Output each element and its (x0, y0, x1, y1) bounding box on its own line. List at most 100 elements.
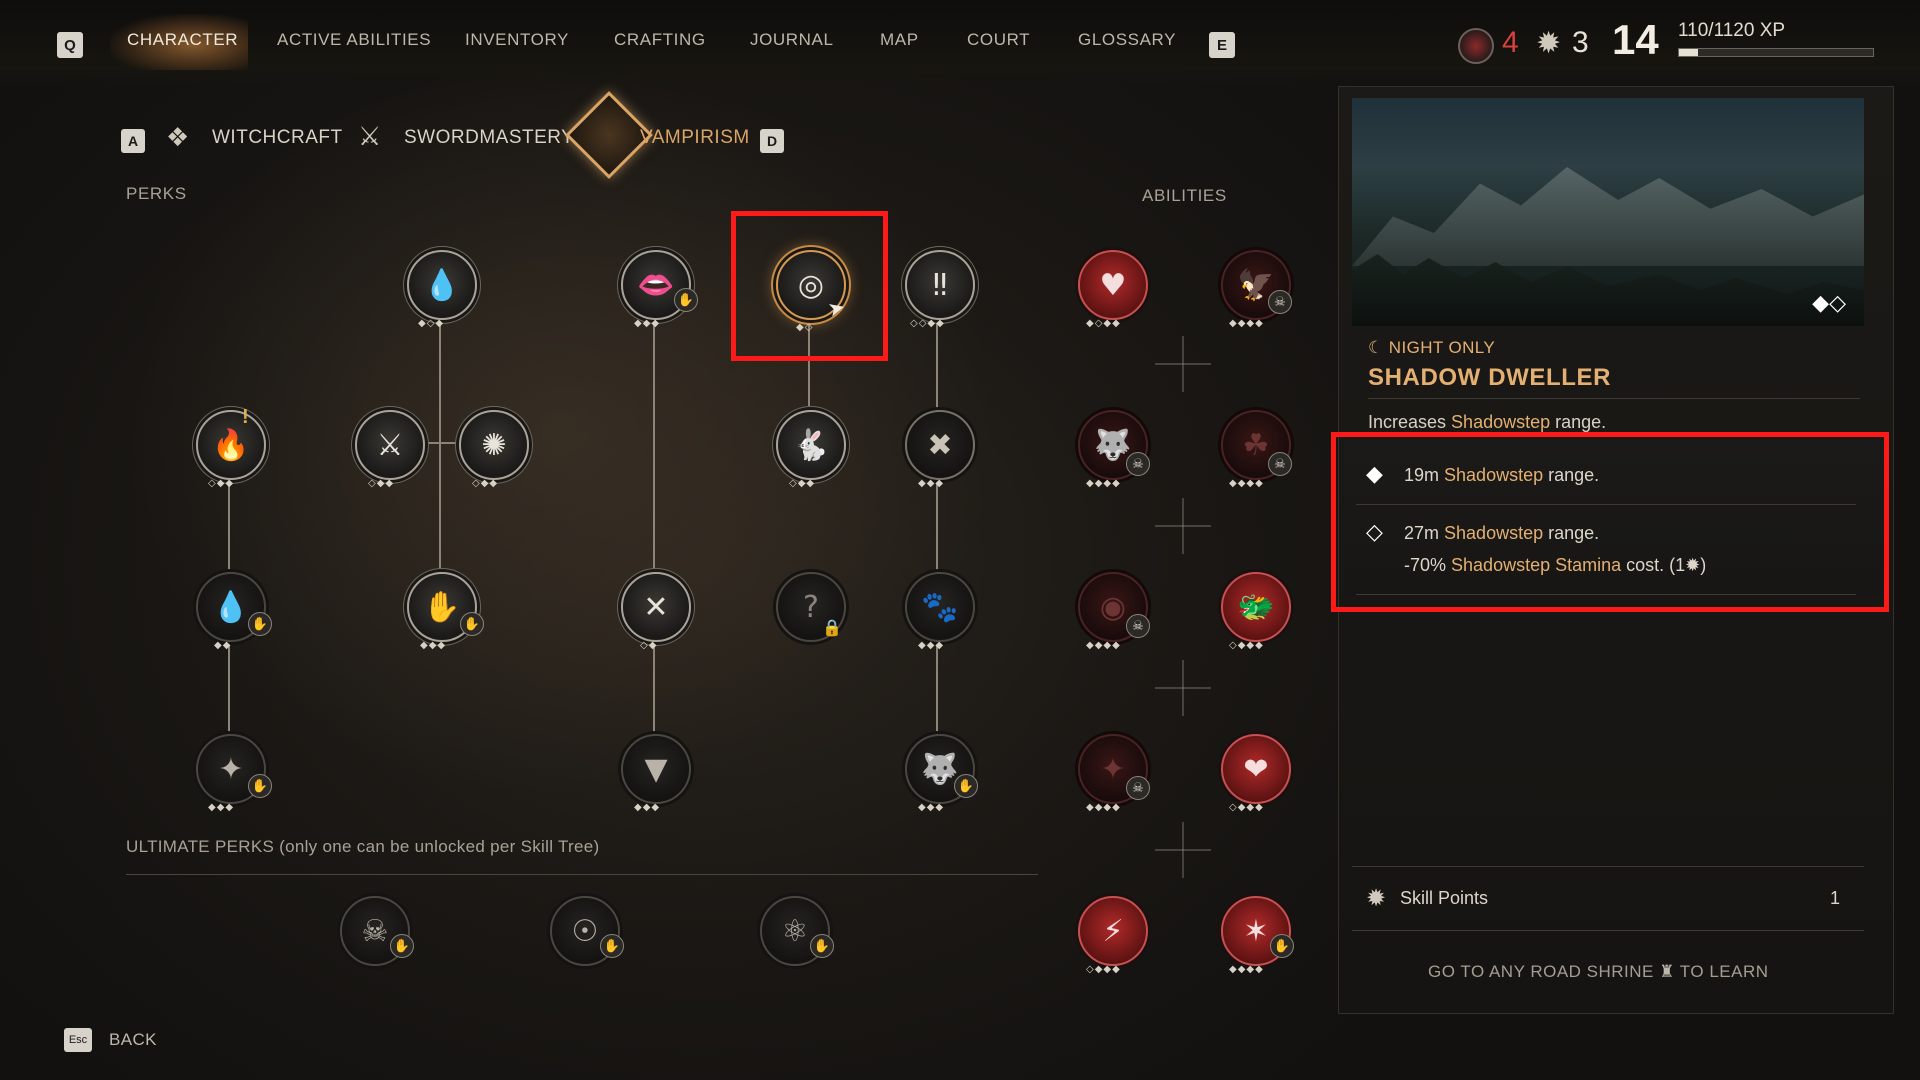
paw-badge-icon: ✋ (390, 934, 414, 958)
skill-point-counter: 3 (1572, 26, 1589, 59)
rank-pips: ◇◆◆ (472, 478, 499, 489)
xp-bar-fill (1679, 49, 1698, 56)
skull-badge-icon: ☠ (1268, 452, 1292, 476)
tab-glossary[interactable]: GLOSSARY (1078, 30, 1176, 50)
blood-counter: 4 (1502, 26, 1519, 59)
paw-badge-icon: ✋ (1270, 934, 1294, 958)
paw-badge-icon: ✋ (248, 612, 272, 636)
paw-badge-icon: ✋ (248, 774, 272, 798)
skull-badge-icon: ☠ (1126, 614, 1150, 638)
back-key[interactable]: Esc (64, 1028, 92, 1052)
tree-junction (1155, 822, 1211, 878)
rank-pips: ◇◆◆◆ (1229, 802, 1264, 813)
paw-badge-icon: ✋ (674, 288, 698, 312)
tree-tab-swordmastery[interactable]: SWORDMASTERY (404, 127, 574, 149)
rank-pips: ◆◆◆ (208, 802, 235, 813)
rank-pips: ◆◆◆ (918, 802, 945, 813)
learn-hint-text: GO TO ANY ROAD SHRINE (1428, 962, 1654, 981)
skill-points-value: 1 (1830, 888, 1841, 908)
ultimate-divider (126, 874, 1038, 875)
xp-bar (1678, 48, 1874, 57)
rank-pips: ◇◆◆ (368, 478, 395, 489)
rank-pips: ◆◇◆◆ (1086, 318, 1121, 329)
rank-pips: ◆◆◆◆ (1086, 640, 1121, 651)
night-only-tag: ☾ NIGHT ONLY (1368, 338, 1495, 358)
highlight-callout-perk (731, 211, 888, 361)
tab-court[interactable]: COURT (967, 30, 1030, 50)
ability-preview-image: ◆◇ (1352, 98, 1864, 326)
rank-pips: ◇◆◆ (789, 478, 816, 489)
rank-pips: ◇◆◆◆ (1229, 640, 1264, 651)
tree-tab-witchcraft[interactable]: WITCHCRAFT (212, 127, 343, 149)
ability-node[interactable]: ⚡ (1078, 896, 1148, 966)
rank-pips: ◇◆◆ (208, 478, 235, 489)
paw-badge-icon: ✋ (600, 934, 624, 958)
tab-inventory[interactable]: INVENTORY (465, 30, 569, 50)
rank-pips: ◇◆ (640, 640, 658, 651)
perk-node[interactable]: 🔥 (196, 410, 266, 480)
title-divider (1368, 398, 1860, 399)
perk-node[interactable]: 💧 (407, 250, 477, 320)
perk-node[interactable]: ▼ (621, 734, 691, 804)
tab-journal[interactable]: JOURNAL (750, 30, 834, 50)
tree-connector (439, 320, 441, 610)
perk-node[interactable]: ✺ (459, 410, 529, 480)
next-tree-key[interactable]: D (760, 129, 784, 153)
player-level: 14 (1612, 16, 1659, 63)
night-only-label: NIGHT ONLY (1388, 338, 1496, 357)
tree-junction (1155, 660, 1211, 716)
paw-badge-icon: ✋ (810, 934, 834, 958)
abilities-label: ABILITIES (1142, 186, 1227, 205)
rank-pips: ◆◆◆ (634, 802, 661, 813)
rank-pips: ◆◆◆◆ (1229, 478, 1264, 489)
highlight-callout-ranks (1331, 432, 1889, 612)
perk-node[interactable]: 🐇 (776, 410, 846, 480)
desc-text: Increases (1368, 412, 1452, 432)
tab-character[interactable]: CHARACTER (127, 30, 238, 50)
prev-tab-key[interactable]: Q (57, 32, 83, 58)
tree-tab-vampirism[interactable]: VAMPIRISM (640, 127, 750, 149)
back-button[interactable]: BACK (109, 1030, 157, 1050)
rank-pips: ◆◇◆ (418, 318, 445, 329)
ultimate-perks-label: ULTIMATE PERKS (only one can be unlocked… (126, 837, 600, 856)
skill-point-icon: ✹ (1536, 26, 1562, 61)
blood-orb-icon (1458, 28, 1494, 64)
perk-node[interactable]: ✖ (905, 410, 975, 480)
xp-text: 110/1120 XP (1678, 20, 1786, 41)
rank-pips: ◆◆◆◆ (1086, 478, 1121, 489)
tree-junction (1155, 498, 1211, 554)
sword-icon[interactable]: ⚔ (358, 122, 381, 152)
perk-node[interactable]: ‼ (905, 250, 975, 320)
tree-connector (936, 320, 938, 770)
rank-pips: ◆◆◆ (918, 640, 945, 651)
learn-hint: GO TO ANY ROAD SHRINE ♜ TO LEARN (1428, 962, 1769, 982)
tab-crafting[interactable]: CRAFTING (614, 30, 706, 50)
paw-badge-icon: ✋ (954, 774, 978, 798)
ability-node[interactable]: ♥ (1078, 250, 1148, 320)
rank-pips: ◆◆ (214, 640, 232, 651)
tab-active-abilities[interactable]: ACTIVE ABILITIES (277, 30, 431, 50)
rank-pips: ◆◆◆ (634, 318, 661, 329)
ability-description: Increases Shadowstep range. (1368, 412, 1606, 433)
prev-tree-key[interactable]: A (121, 129, 145, 153)
skull-badge-icon: ☠ (1126, 776, 1150, 800)
desc-text-end: range. (1550, 412, 1607, 432)
skull-badge-icon: ☠ (1126, 452, 1150, 476)
rank-pips: ◆◆◆◆ (1229, 318, 1264, 329)
next-tab-key[interactable]: E (1209, 32, 1235, 58)
tab-map[interactable]: MAP (880, 30, 919, 50)
learn-divider (1352, 930, 1864, 931)
rank-diamonds: ◆◇ (1812, 291, 1846, 316)
witchcraft-icon[interactable]: ❖ (166, 123, 196, 157)
rank-pips: ◇◇◆◆ (910, 318, 945, 329)
perk-node[interactable]: ✕ (621, 572, 691, 642)
perk-node[interactable]: ⚔ (355, 410, 425, 480)
ability-node[interactable]: 🐲 (1221, 572, 1291, 642)
rank-pips: ◆◆◆◆ (1229, 964, 1264, 975)
ability-node[interactable]: ❤ (1221, 734, 1291, 804)
desc-highlight: Shadowstep (1451, 412, 1551, 432)
moon-icon: ☾ (1368, 338, 1384, 357)
shrine-icon: ♜ (1659, 962, 1675, 982)
skill-points-label: Skill Points (1400, 888, 1489, 908)
perk-node[interactable]: 🐾 (905, 572, 975, 642)
